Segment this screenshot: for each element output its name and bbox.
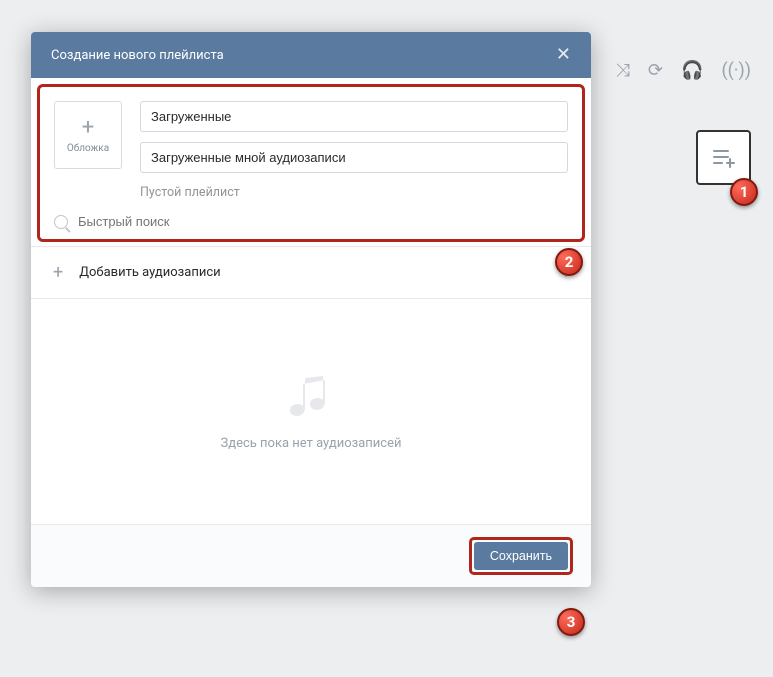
save-button[interactable]: Сохранить bbox=[474, 542, 568, 570]
modal-header: Создание нового плейлиста ✕ bbox=[31, 32, 591, 78]
add-audio-button[interactable]: + Добавить аудиозаписи › bbox=[31, 246, 591, 299]
modal-footer: Сохранить bbox=[31, 524, 591, 587]
create-playlist-modal: Создание нового плейлиста ✕ + Обложка Пу… bbox=[31, 32, 591, 587]
close-icon[interactable]: ✕ bbox=[556, 46, 571, 64]
playlist-add-icon bbox=[713, 147, 735, 169]
playlist-desc-input[interactable] bbox=[140, 142, 568, 173]
add-audio-label: Добавить аудиозаписи bbox=[79, 265, 548, 280]
annotation-badge-2: 2 bbox=[555, 248, 583, 276]
search-icon bbox=[54, 215, 68, 229]
plus-icon: + bbox=[53, 264, 63, 282]
playlist-form-section: + Обложка Пустой плейлист bbox=[37, 84, 585, 242]
empty-audio-message: Здесь пока нет аудиозаписей bbox=[221, 436, 402, 451]
headphones-icon[interactable]: 🎧 bbox=[681, 60, 703, 81]
plus-icon: + bbox=[82, 117, 94, 139]
broadcast-icon[interactable]: ((·)) bbox=[721, 60, 751, 81]
cover-label: Обложка bbox=[67, 143, 109, 154]
annotation-badge-3: 3 bbox=[557, 608, 585, 636]
search-row bbox=[54, 214, 568, 229]
cover-upload[interactable]: + Обложка bbox=[54, 101, 122, 169]
empty-audio-body: Здесь пока нет аудиозаписей bbox=[31, 299, 591, 524]
quick-search-input[interactable] bbox=[78, 214, 568, 229]
save-button-highlight: Сохранить bbox=[469, 537, 573, 575]
annotation-badge-1: 1 bbox=[730, 178, 758, 206]
repeat-icon[interactable]: ⟳ bbox=[648, 60, 663, 81]
playlist-title-input[interactable] bbox=[140, 101, 568, 132]
shuffle-icon[interactable]: ⤨ bbox=[616, 60, 630, 81]
add-playlist-button[interactable] bbox=[696, 130, 751, 185]
music-note-icon bbox=[289, 372, 333, 422]
player-toolbar: ⤨ ⟳ 🎧 ((·)) bbox=[616, 60, 751, 81]
empty-playlist-hint: Пустой плейлист bbox=[140, 185, 568, 200]
modal-title: Создание нового плейлиста bbox=[51, 48, 224, 63]
